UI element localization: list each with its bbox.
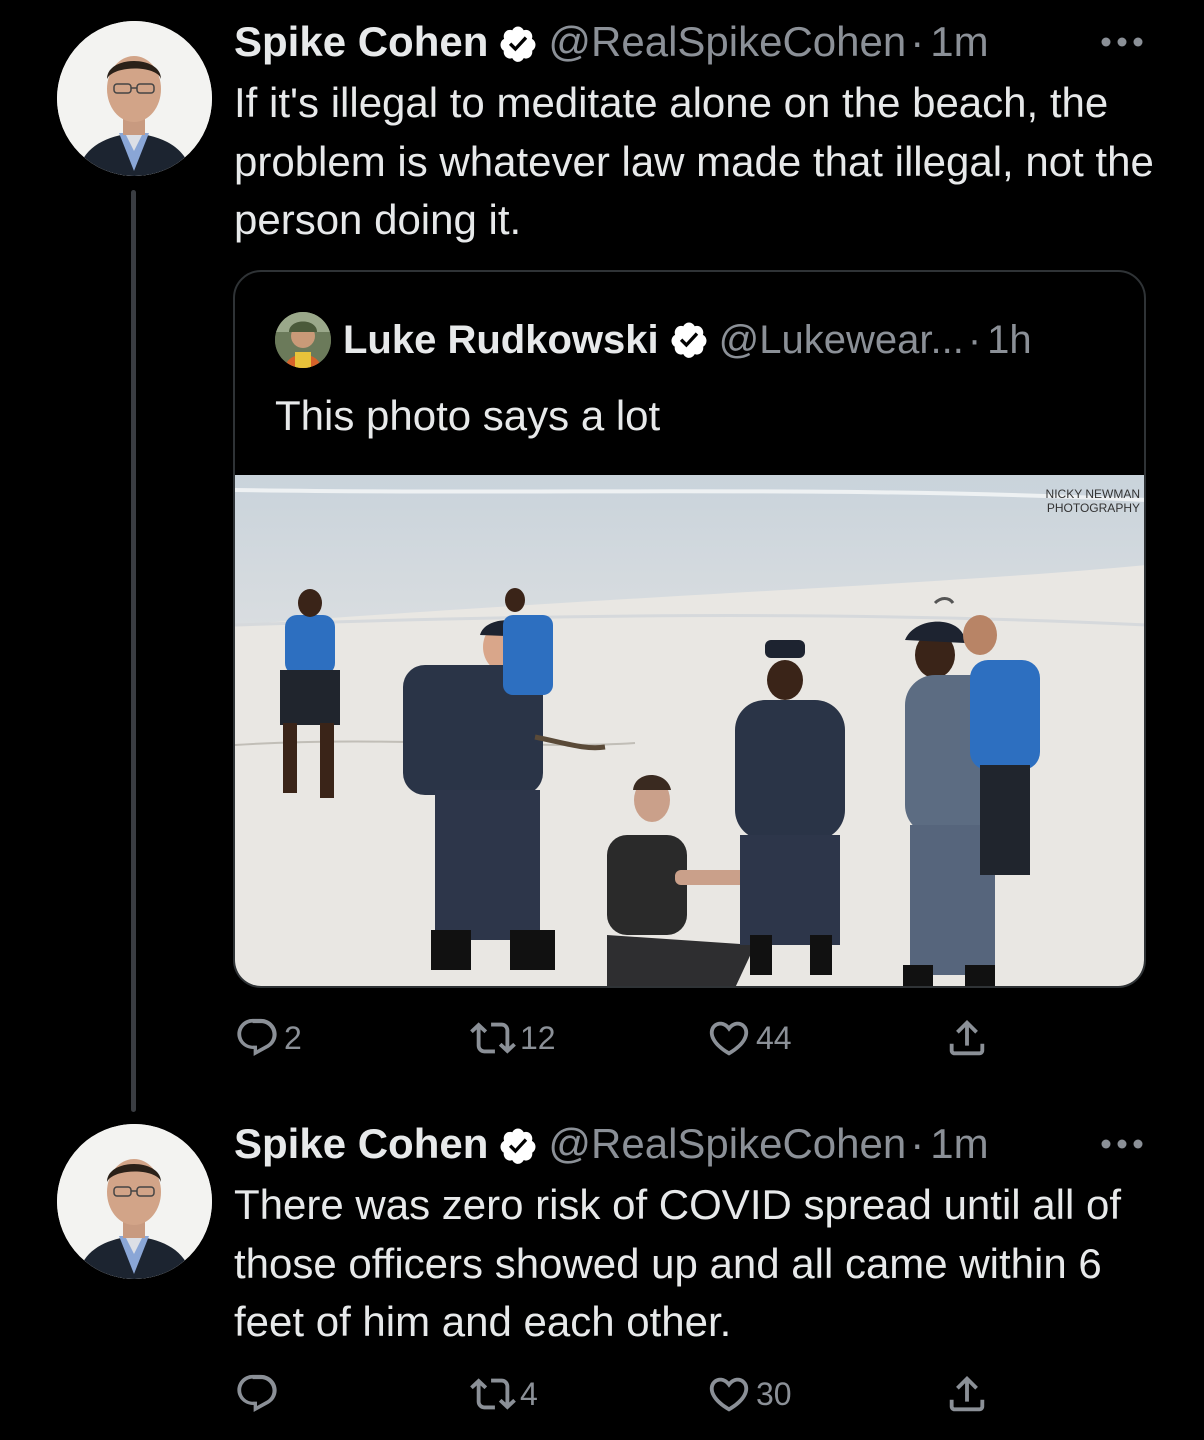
author-handle[interactable]: @RealSpikeCohen [548,14,906,70]
retweet-button[interactable]: 4 [470,1364,538,1424]
quoted-tweet[interactable]: Luke Rudkowski @Lukewear... · 1h This ph… [233,270,1146,988]
share-button[interactable] [944,1364,994,1424]
tweet-1[interactable]: Spike Cohen @RealSpikeCohen · 1m If it's… [0,0,1204,1112]
like-button[interactable]: 30 [706,1364,792,1424]
author-photo [57,21,212,176]
quoted-photo[interactable]: NICKY NEWMAN PHOTOGRAPHY [235,475,1144,986]
separator-dot: · [910,18,925,65]
verified-icon [498,22,538,62]
reply-button[interactable] [234,1364,284,1424]
watermark-line-2: PHOTOGRAPHY [1046,501,1140,515]
share-button[interactable] [944,1008,994,1068]
author-handle[interactable]: @RealSpikeCohen [548,1116,906,1172]
tweet-actions: 4 30 [234,1364,1034,1424]
share-icon [949,1019,985,1056]
reply-icon [237,1018,277,1056]
retweet-count: 12 [520,1019,556,1056]
timestamp[interactable]: 1m [930,14,988,70]
like-count: 44 [756,1019,792,1056]
retweet-button[interactable]: 12 [470,1008,556,1068]
like-count: 30 [756,1375,792,1412]
reply-count: 2 [284,1019,302,1056]
tweet-text: There was zero risk of COVID spread unti… [234,1181,1122,1345]
quote-timestamp[interactable]: 1h [987,318,1032,363]
reply-icon [237,1374,277,1412]
tweet-text: If it's illegal to meditate alone on the… [234,79,1154,243]
timestamp[interactable]: 1m [930,1116,988,1172]
author-photo [57,1124,212,1279]
retweet-icon [470,1022,516,1054]
quote-text: This photo says a lot [275,392,661,439]
thread-line [131,190,136,1112]
watermark-line-1: NICKY NEWMAN [1045,487,1140,501]
tweet-actions: 2 12 44 [234,1008,1034,1068]
quote-author-name[interactable]: Luke Rudkowski [343,318,659,363]
quote-author-handle[interactable]: @Lukewear... [719,318,964,363]
separator-dot: · [967,317,982,362]
more-icon[interactable] [1100,14,1144,70]
verified-icon [669,320,709,360]
separator-dot: · [910,1120,925,1167]
tweet-header: Spike Cohen @RealSpikeCohen · 1m [234,14,989,70]
like-icon [709,1377,749,1412]
author-name[interactable]: Spike Cohen [234,14,488,70]
avatar[interactable] [57,1124,212,1279]
like-button[interactable]: 44 [706,1008,792,1068]
retweet-count: 4 [520,1375,538,1412]
quote-header: Luke Rudkowski @Lukewear... · 1h [275,310,1032,370]
reply-button[interactable]: 2 [234,1008,302,1068]
author-name[interactable]: Spike Cohen [234,1116,488,1172]
avatar[interactable] [57,21,212,176]
photo-watermark: NICKY NEWMAN PHOTOGRAPHY [1046,487,1140,515]
like-icon [709,1021,749,1056]
more-icon[interactable] [1100,1116,1144,1172]
share-icon [949,1375,985,1412]
verified-icon [498,1124,538,1164]
retweet-icon [470,1378,516,1410]
tweet-2[interactable]: Spike Cohen @RealSpikeCohen · 1m There w… [0,1110,1204,1440]
tweet-header: Spike Cohen @RealSpikeCohen · 1m [234,1116,989,1172]
quote-avatar[interactable] [275,312,331,368]
beach-photo [235,475,1144,986]
